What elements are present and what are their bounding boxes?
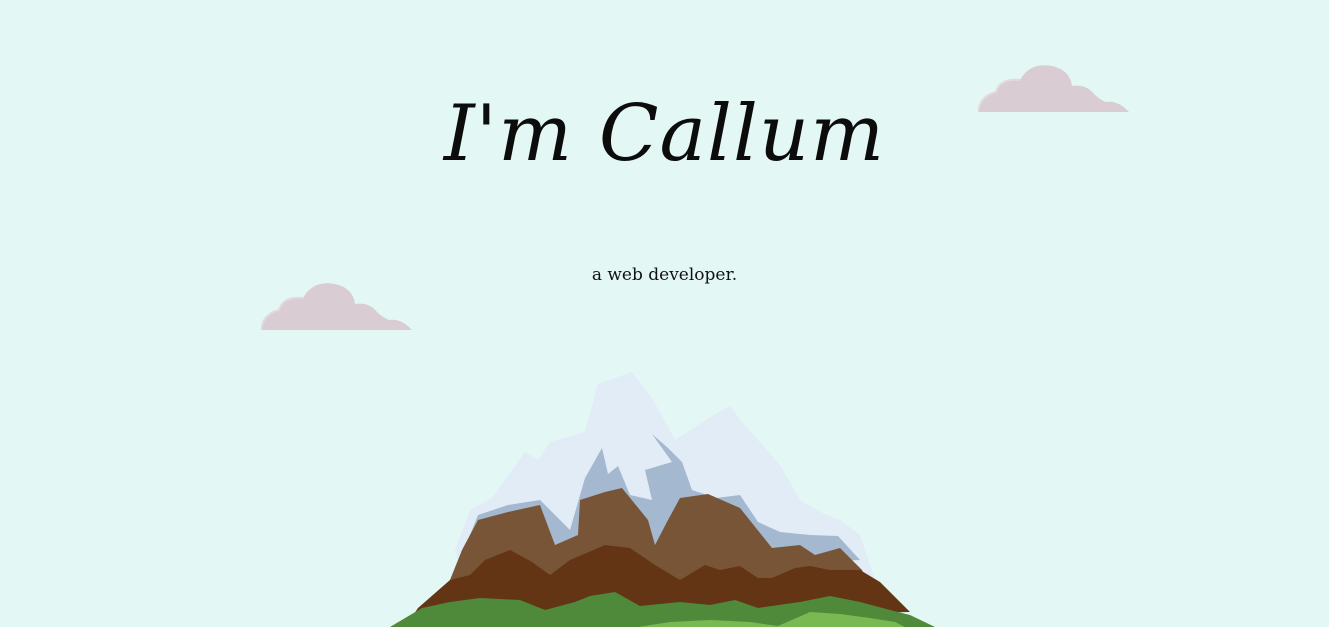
mountain-illustration (390, 372, 935, 627)
hero-section: I'm Callum a web developer. (0, 0, 1329, 627)
hero-subtitle: a web developer. (591, 265, 738, 285)
hero-title: I'm Callum (443, 89, 886, 179)
